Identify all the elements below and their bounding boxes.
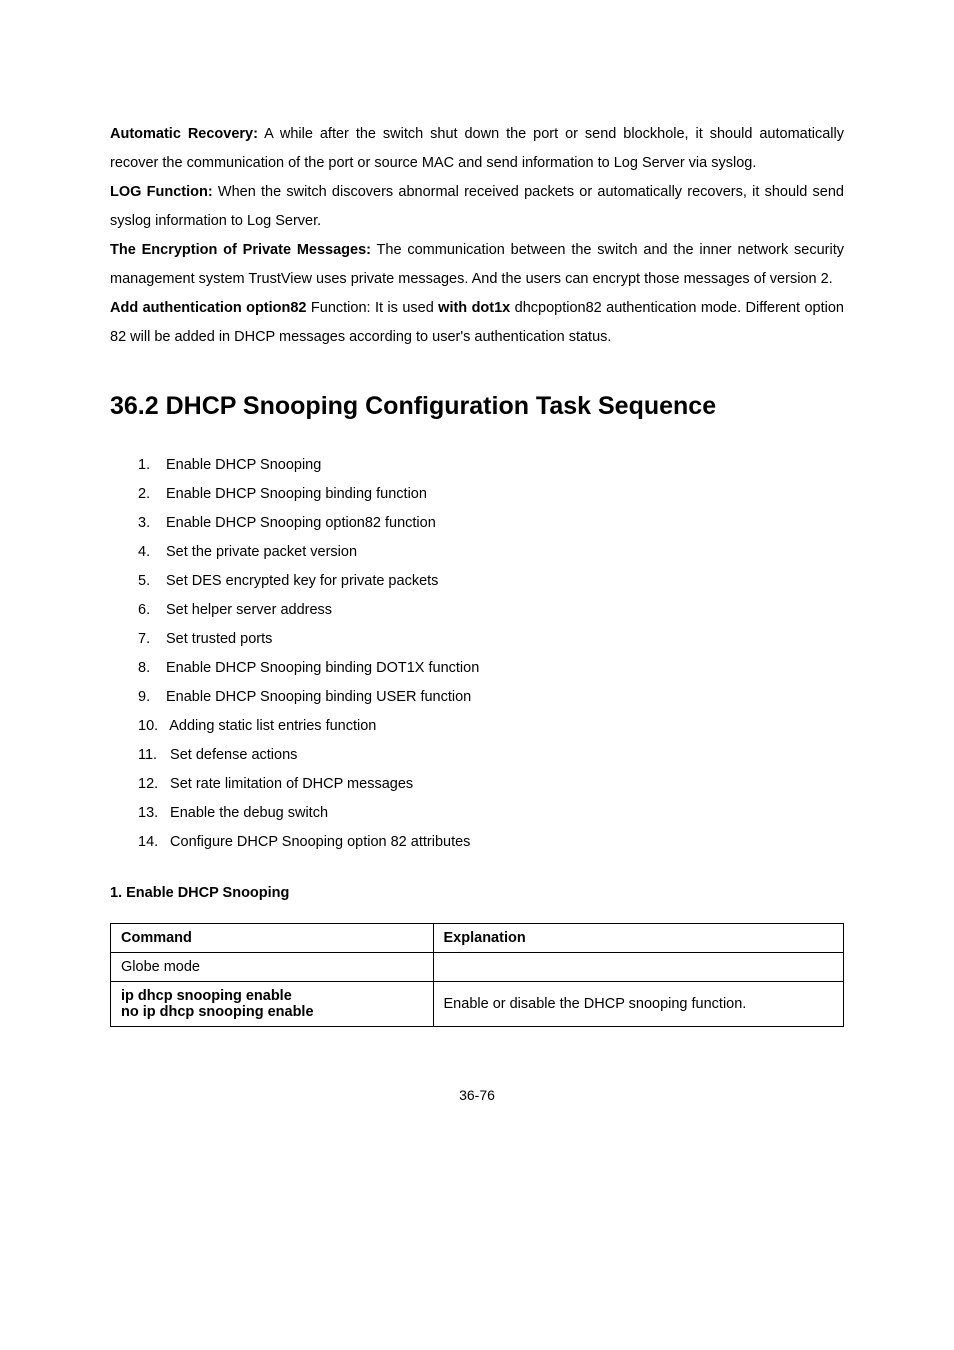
list-number: 4.: [138, 538, 166, 567]
table-header-explanation: Explanation: [433, 924, 843, 953]
paragraph-auto-recovery: Automatic Recovery: A while after the sw…: [110, 120, 844, 178]
list-text: Set trusted ports: [166, 631, 272, 647]
list-number: 14.: [138, 828, 166, 857]
list-text: Enable DHCP Snooping binding USER functi…: [166, 689, 471, 705]
list-item: 13. Enable the debug switch: [110, 799, 844, 828]
list-text: Enable DHCP Snooping: [166, 457, 321, 473]
list-text: Enable DHCP Snooping option82 function: [166, 515, 436, 531]
table-cell-empty: [433, 953, 843, 982]
table-row: Command Explanation: [111, 924, 844, 953]
label-with-dot1x: with dot1x: [438, 300, 510, 316]
text-log-function: When the switch discovers abnormal recei…: [110, 184, 844, 229]
list-number: 9.: [138, 683, 166, 712]
list-text: Enable DHCP Snooping binding function: [166, 486, 427, 502]
list-text: Enable DHCP Snooping binding DOT1X funct…: [166, 660, 479, 676]
list-number: 13.: [138, 799, 166, 828]
command-table: Command Explanation Globe mode ip dhcp s…: [110, 923, 844, 1027]
list-number: 12.: [138, 770, 166, 799]
list-text: Set DES encrypted key for private packet…: [166, 573, 438, 589]
label-auto-recovery: Automatic Recovery:: [110, 126, 258, 142]
ordered-list: 1.Enable DHCP Snooping 2.Enable DHCP Sno…: [110, 451, 844, 857]
list-text: Configure DHCP Snooping option 82 attrib…: [166, 834, 470, 850]
table-row: ip dhcp snooping enable no ip dhcp snoop…: [111, 982, 844, 1027]
list-item: 10. Adding static list entries function: [110, 712, 844, 741]
section-heading: 36.2 DHCP Snooping Configuration Task Se…: [110, 392, 844, 421]
list-number: 1.: [138, 451, 166, 480]
command-disable: no ip dhcp snooping enable: [121, 1004, 423, 1020]
list-item: 5.Set DES encrypted key for private pack…: [110, 567, 844, 596]
text-add-auth-1: Function: It is used: [307, 300, 439, 316]
table-header-command: Command: [111, 924, 434, 953]
list-item: 6.Set helper server address: [110, 596, 844, 625]
list-number: 10.: [138, 712, 166, 741]
list-text: Set helper server address: [166, 602, 332, 618]
table-section-title: 1. Enable DHCP Snooping: [110, 885, 844, 901]
list-item: 8.Enable DHCP Snooping binding DOT1X fun…: [110, 654, 844, 683]
list-item: 9.Enable DHCP Snooping binding USER func…: [110, 683, 844, 712]
list-item: 11. Set defense actions: [110, 741, 844, 770]
list-text: Adding static list entries function: [166, 718, 376, 734]
list-text: Set rate limitation of DHCP messages: [166, 776, 413, 792]
page-number: 36-76: [110, 1087, 844, 1103]
list-text: Set the private packet version: [166, 544, 357, 560]
paragraph-log-function: LOG Function: When the switch discovers …: [110, 178, 844, 236]
label-add-auth: Add authentication option82: [110, 300, 307, 316]
list-number: 7.: [138, 625, 166, 654]
label-log-function: LOG Function:: [110, 184, 213, 200]
list-number: 3.: [138, 509, 166, 538]
list-text: Set defense actions: [166, 747, 297, 763]
list-item: 3.Enable DHCP Snooping option82 function: [110, 509, 844, 538]
paragraph-add-auth: Add authentication option82 Function: It…: [110, 294, 844, 352]
table-cell-mode: Globe mode: [111, 953, 434, 982]
table-cell-explanation: Enable or disable the DHCP snooping func…: [433, 982, 843, 1027]
document-page: Automatic Recovery: A while after the sw…: [0, 0, 954, 1163]
list-item: 7.Set trusted ports: [110, 625, 844, 654]
list-item: 1.Enable DHCP Snooping: [110, 451, 844, 480]
paragraph-encryption: The Encryption of Private Messages: The …: [110, 236, 844, 294]
list-item: 4.Set the private packet version: [110, 538, 844, 567]
label-encryption: The Encryption of Private Messages:: [110, 242, 371, 258]
list-number: 2.: [138, 480, 166, 509]
list-item: 12. Set rate limitation of DHCP messages: [110, 770, 844, 799]
table-row: Globe mode: [111, 953, 844, 982]
list-number: 8.: [138, 654, 166, 683]
list-text: Enable the debug switch: [166, 805, 328, 821]
list-item: 14. Configure DHCP Snooping option 82 at…: [110, 828, 844, 857]
list-number: 6.: [138, 596, 166, 625]
list-number: 11.: [138, 741, 166, 770]
command-enable: ip dhcp snooping enable: [121, 988, 423, 1004]
list-number: 5.: [138, 567, 166, 596]
table-cell-command: ip dhcp snooping enable no ip dhcp snoop…: [111, 982, 434, 1027]
list-item: 2.Enable DHCP Snooping binding function: [110, 480, 844, 509]
